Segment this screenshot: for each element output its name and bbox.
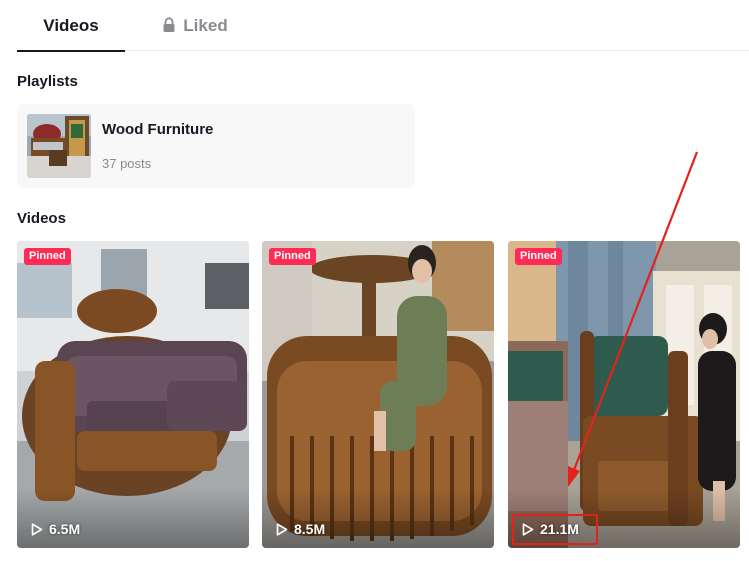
video-card[interactable]: Pinned 6.5M (17, 241, 249, 548)
pinned-badge: Pinned (515, 248, 562, 265)
play-icon (31, 522, 43, 536)
profile-content: Videos Liked Playlists Wood Furniture 37… (0, 0, 749, 561)
tab-videos[interactable]: Videos (17, 0, 125, 52)
view-count-value: 6.5M (49, 521, 81, 537)
tab-liked-label: Liked (183, 15, 228, 35)
view-count: 6.5M (31, 521, 80, 537)
profile-tabs: Videos Liked (17, 0, 749, 52)
views-overlay (262, 488, 494, 548)
view-count-value: 8.5M (294, 521, 326, 537)
pinned-badge: Pinned (269, 248, 316, 265)
playlist-card[interactable]: Wood Furniture 37 posts (17, 104, 415, 188)
video-card[interactable]: Pinned 21.1M (508, 241, 740, 548)
video-card[interactable]: Pinned 8.5M (262, 241, 494, 548)
play-icon (276, 522, 288, 536)
view-count: 8.5M (276, 521, 325, 537)
pinned-badge: Pinned (24, 248, 71, 265)
playlist-post-count: 37 posts (102, 156, 152, 171)
playlist-thumbnail (27, 114, 91, 178)
tab-videos-label: Videos (43, 15, 99, 35)
playlist-name: Wood Furniture (102, 121, 214, 138)
annotation-highlight-box (512, 514, 598, 545)
videos-heading: Videos (17, 210, 66, 227)
tab-liked[interactable]: Liked (135, 0, 255, 51)
views-overlay (17, 488, 249, 548)
playlists-heading: Playlists (17, 73, 78, 90)
lock-icon (163, 16, 175, 32)
